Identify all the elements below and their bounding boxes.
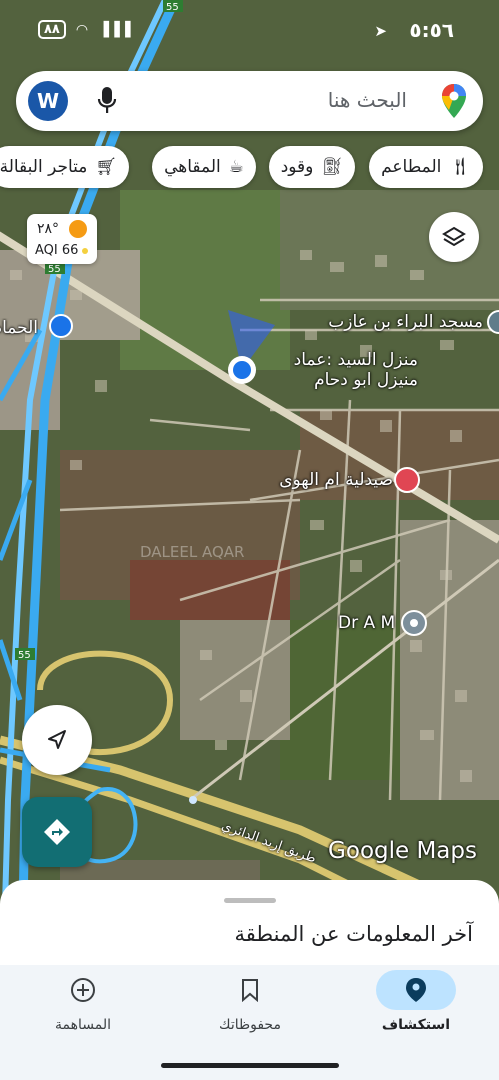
- bottom-navigation: استكشاف محفوظاتك المساهمة: [0, 965, 499, 1080]
- sheet-title: آخر المعلومات عن المنطقة: [234, 922, 474, 946]
- status-bar: ٨٨ ◠ ▐▐▐ ➤ ٥:٥٦: [0, 0, 499, 60]
- weather-widget[interactable]: ٢٨° AQI 66: [27, 214, 97, 264]
- status-left: ٨٨ ◠ ▐▐▐: [38, 20, 130, 39]
- chip-restaurants[interactable]: 🍴︎ المطاعم: [369, 146, 483, 188]
- bottom-sheet[interactable]: آخر المعلومات عن المنطقة: [0, 880, 499, 970]
- tab-explore[interactable]: استكشاف: [333, 965, 499, 1045]
- my-location-button[interactable]: [22, 705, 92, 775]
- route-shield-low: 55: [18, 650, 31, 661]
- aqi-dot-icon: [82, 248, 88, 254]
- gas-station-icon: ⛽︎: [321, 157, 343, 177]
- tab-saved[interactable]: محفوظاتك: [167, 965, 333, 1045]
- wifi-icon: ◠: [75, 21, 89, 38]
- search-bar[interactable]: W البحث هنا: [16, 71, 483, 131]
- map-label-house[interactable]: منزل السيد :عماد منيزل ابو دحام: [268, 350, 418, 390]
- location-arrow-icon: ➤: [374, 22, 387, 40]
- map-label-left-poi[interactable]: الحمام: [0, 318, 38, 338]
- route-shield-mid: 55: [48, 264, 61, 275]
- microphone-icon[interactable]: [96, 85, 118, 117]
- location-pin-icon: [406, 978, 426, 1002]
- chip-label: وقود: [280, 157, 314, 177]
- avatar[interactable]: W: [28, 81, 68, 121]
- home-indicator[interactable]: [161, 1063, 339, 1068]
- add-circle-icon: [71, 978, 95, 1002]
- directions-button[interactable]: [22, 797, 92, 867]
- tab-label: محفوظاتك: [219, 1017, 281, 1033]
- chip-fuel[interactable]: ⛽︎ وقود: [268, 146, 355, 188]
- search-input[interactable]: البحث هنا: [328, 88, 407, 112]
- cart-icon: 🛒︎: [95, 157, 117, 177]
- directions-icon: [44, 819, 70, 845]
- layers-button[interactable]: [429, 212, 479, 262]
- bookmark-icon: [242, 979, 258, 1002]
- tab-label: استكشاف: [381, 1017, 451, 1033]
- maps-logo-icon: [442, 84, 466, 118]
- battery-icon: ٨٨: [38, 20, 66, 39]
- sun-icon: [69, 220, 87, 238]
- chip-label: المطاعم: [381, 157, 442, 177]
- aqi-value: AQI 66: [35, 243, 79, 258]
- chip-label: متاجر البقالة: [0, 157, 88, 177]
- restaurant-icon: 🍴︎: [449, 157, 471, 177]
- temperature: ٢٨°: [37, 221, 60, 237]
- layers-icon: [442, 226, 466, 247]
- tab-contribute-icon-wrap: [43, 970, 123, 1010]
- tab-label: المساهمة: [55, 1017, 111, 1033]
- map-label-doctor[interactable]: Dr A M: [338, 613, 395, 633]
- chip-grocery[interactable]: 🛒︎ متاجر البقالة: [0, 146, 129, 188]
- tab-contribute[interactable]: المساهمة: [0, 965, 166, 1045]
- sheet-handle[interactable]: [224, 898, 276, 903]
- map-label-mosque[interactable]: مسجد البراء بن عازب: [328, 312, 483, 332]
- tab-explore-icon-wrap: [376, 970, 456, 1010]
- chip-label: المقاهي: [164, 157, 221, 177]
- tab-saved-icon-wrap: [210, 970, 290, 1010]
- watermark-text: DALEEL AQAR: [140, 543, 244, 561]
- chip-cafes[interactable]: ☕︎ المقاهي: [152, 146, 256, 188]
- category-chips: 🍴︎ المطاعم ⛽︎ وقود ☕︎ المقاهي 🛒︎ متاجر ا…: [0, 146, 499, 190]
- google-maps-logo: Google Maps: [328, 838, 477, 864]
- coffee-icon: ☕︎: [228, 157, 244, 177]
- signal-icon: ▐▐▐: [98, 21, 131, 38]
- navigation-arrow-icon: [48, 730, 66, 749]
- map-label-pharmacy[interactable]: صيدلية ام الهوى: [279, 470, 393, 490]
- status-time: ٥:٥٦: [409, 18, 454, 42]
